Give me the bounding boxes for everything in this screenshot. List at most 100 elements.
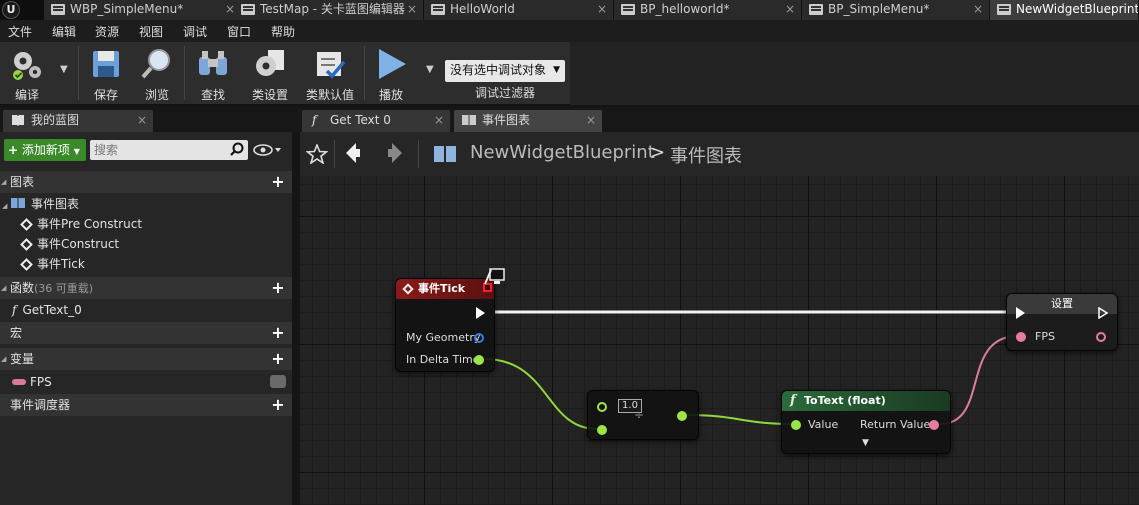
variables-category[interactable]: ◢ 变量 + (0, 348, 292, 370)
save-button[interactable]: 保存 (84, 44, 128, 102)
set-fps-input-pin[interactable] (1016, 332, 1026, 342)
back-arrow-icon[interactable] (344, 142, 362, 164)
variables-header: 变量 (10, 352, 35, 366)
event-graph-grid-icon (434, 146, 456, 162)
event-tick-node[interactable]: 事件Tick My Geometry In Delta Time (395, 278, 495, 372)
variable-visibility-icon[interactable] (270, 375, 286, 388)
menu-file[interactable]: 文件 (8, 23, 32, 40)
close-icon[interactable]: × (137, 110, 147, 130)
debug-object-select[interactable]: 没有选中调试对象 ▼ (445, 60, 565, 82)
close-icon[interactable]: × (434, 110, 444, 130)
unreal-logo-icon: U (2, 1, 20, 19)
find-button[interactable]: 查找 (190, 44, 236, 102)
expand-triangle-icon: ◢ (1, 355, 7, 363)
doc-tab-wbp-simplemenu[interactable]: WBP_SimpleMenu* × (44, 0, 242, 20)
compile-button[interactable]: 编译 (2, 44, 52, 102)
save-disk-icon (93, 51, 119, 77)
save-label: 保存 (93, 88, 118, 102)
play-button[interactable]: 播放 (368, 44, 414, 102)
function-item-gettext0[interactable]: f GetText_0 (12, 300, 82, 320)
close-tab-icon[interactable]: × (785, 0, 795, 18)
menu-debug[interactable]: 调试 (183, 23, 207, 40)
variable-item-fps[interactable]: FPS (12, 372, 292, 392)
doc-tab-testmap[interactable]: TestMap - 关卡蓝图编辑器 × (234, 0, 424, 20)
event-diamond-icon (20, 238, 33, 251)
divide-output-pin[interactable] (677, 411, 687, 421)
view-options-eye-icon[interactable] (253, 142, 283, 158)
event-graph-canvas[interactable]: 事件Tick My Geometry In Delta Time 1.0 ÷ f… (300, 176, 1139, 505)
doc-tab-newwidgetblueprint[interactable]: NewWidgetBlueprint (990, 0, 1139, 20)
close-tab-icon[interactable]: × (973, 0, 983, 18)
breadcrumb-blueprint[interactable]: NewWidgetBlueprint (470, 142, 655, 163)
text-wire (939, 335, 1019, 425)
book-icon (12, 115, 24, 126)
set-fps-output-pin[interactable] (1096, 332, 1106, 342)
close-tab-icon[interactable]: × (407, 0, 417, 18)
divide-input-a-pin[interactable] (597, 402, 607, 412)
add-variable-plus-icon[interactable]: + (270, 351, 286, 367)
totext-return-pin[interactable] (929, 420, 939, 430)
menu-view[interactable]: 视图 (139, 23, 163, 40)
event-dispatchers-category[interactable]: 事件调度器 + (0, 394, 292, 416)
graphs-category[interactable]: ◢ 图表 + (0, 171, 292, 193)
event-graph-item[interactable]: ◢ 事件图表 (2, 194, 79, 214)
close-icon[interactable]: × (586, 110, 596, 130)
menu-asset[interactable]: 资源 (95, 23, 119, 40)
menu-window[interactable]: 窗口 (227, 23, 251, 40)
add-macro-plus-icon[interactable]: + (270, 325, 286, 341)
event-item-tick[interactable]: 事件Tick (20, 254, 85, 274)
function-icon: f (12, 303, 17, 317)
menu-edit[interactable]: 编辑 (52, 23, 76, 40)
my-blueprint-tab-row: 我的蓝图 × (0, 108, 296, 132)
close-tab-icon[interactable]: × (597, 0, 607, 18)
set-exec-in-pin[interactable] (1016, 307, 1025, 319)
compile-options-chevron-icon[interactable]: ▼ (60, 64, 68, 75)
divide-input-b-pin[interactable] (597, 425, 607, 435)
tab-get-text-0[interactable]: f Get Text 0 × (302, 110, 450, 132)
class-defaults-button[interactable]: 类默认值 (300, 44, 360, 102)
in-delta-time-pin[interactable] (474, 355, 484, 365)
event-item-construct[interactable]: 事件Construct (20, 234, 119, 254)
favorite-star-icon[interactable] (306, 144, 328, 164)
blueprint-tab-icon (431, 4, 445, 15)
find-label: 查找 (200, 88, 225, 102)
divide-node[interactable]: 1.0 ÷ (587, 390, 699, 440)
tab-label: 事件图表 (482, 113, 531, 127)
tab-my-blueprint[interactable]: 我的蓝图 × (3, 110, 153, 132)
search-input[interactable]: 搜索 (90, 140, 248, 160)
add-dispatcher-plus-icon[interactable]: + (270, 397, 286, 413)
expand-node-chevron-icon[interactable]: ▼ (862, 438, 869, 448)
binoculars-icon (199, 51, 227, 75)
macros-category[interactable]: 宏 + (0, 322, 292, 344)
browse-label: 浏览 (144, 88, 169, 102)
doc-tab-bp-helloworld[interactable]: BP_helloworld* × (614, 0, 802, 20)
my-blueprint-panel: + 添加新项 ▼ 搜索 ◢ 图表 + ◢ 事件图表 事件Pre Construc… (0, 132, 296, 505)
doc-tab-bp-simplemenu[interactable]: BP_SimpleMenu* × (802, 0, 990, 20)
pin-label-my-geometry: My Geometry (406, 331, 481, 344)
class-settings-button[interactable]: 类设置 (244, 44, 296, 102)
event-diamond-icon (402, 283, 414, 295)
toolbar-divider (184, 46, 185, 100)
forward-arrow-icon[interactable] (386, 142, 404, 164)
my-geometry-pin[interactable] (474, 333, 484, 343)
add-new-button[interactable]: + 添加新项 ▼ (4, 139, 86, 161)
tab-event-graph[interactable]: 事件图表 × (454, 110, 602, 132)
event-item-pre-construct[interactable]: 事件Pre Construct (20, 214, 142, 234)
functions-category[interactable]: ◢ 函数(36 可重载) + (0, 277, 292, 299)
add-graph-plus-icon[interactable]: + (270, 174, 286, 190)
doc-tab-helloworld[interactable]: HelloWorld × (424, 0, 614, 20)
totext-float-node[interactable]: f ToText (float) Value Return Value ▼ (781, 390, 951, 454)
add-function-plus-icon[interactable]: + (270, 280, 286, 296)
graph-tab-row: f Get Text 0 × 事件图表 × (296, 108, 1139, 132)
functions-override-count: (36 可重载) (34, 282, 94, 295)
totext-title: ToText (float) (804, 394, 886, 407)
menu-help[interactable]: 帮助 (271, 23, 295, 40)
set-exec-out-pin[interactable] (1098, 307, 1108, 319)
set-variable-node[interactable]: 设置 FPS (1006, 293, 1118, 351)
totext-value-pin[interactable] (791, 420, 801, 430)
graphs-header: 图表 (10, 175, 35, 189)
browse-button[interactable]: 浏览 (134, 44, 180, 102)
exec-out-pin[interactable] (476, 307, 485, 319)
graph-breadcrumb-bar: NewWidgetBlueprint > 事件图表 (300, 132, 1139, 176)
play-options-chevron-icon[interactable]: ▼ (426, 64, 434, 75)
